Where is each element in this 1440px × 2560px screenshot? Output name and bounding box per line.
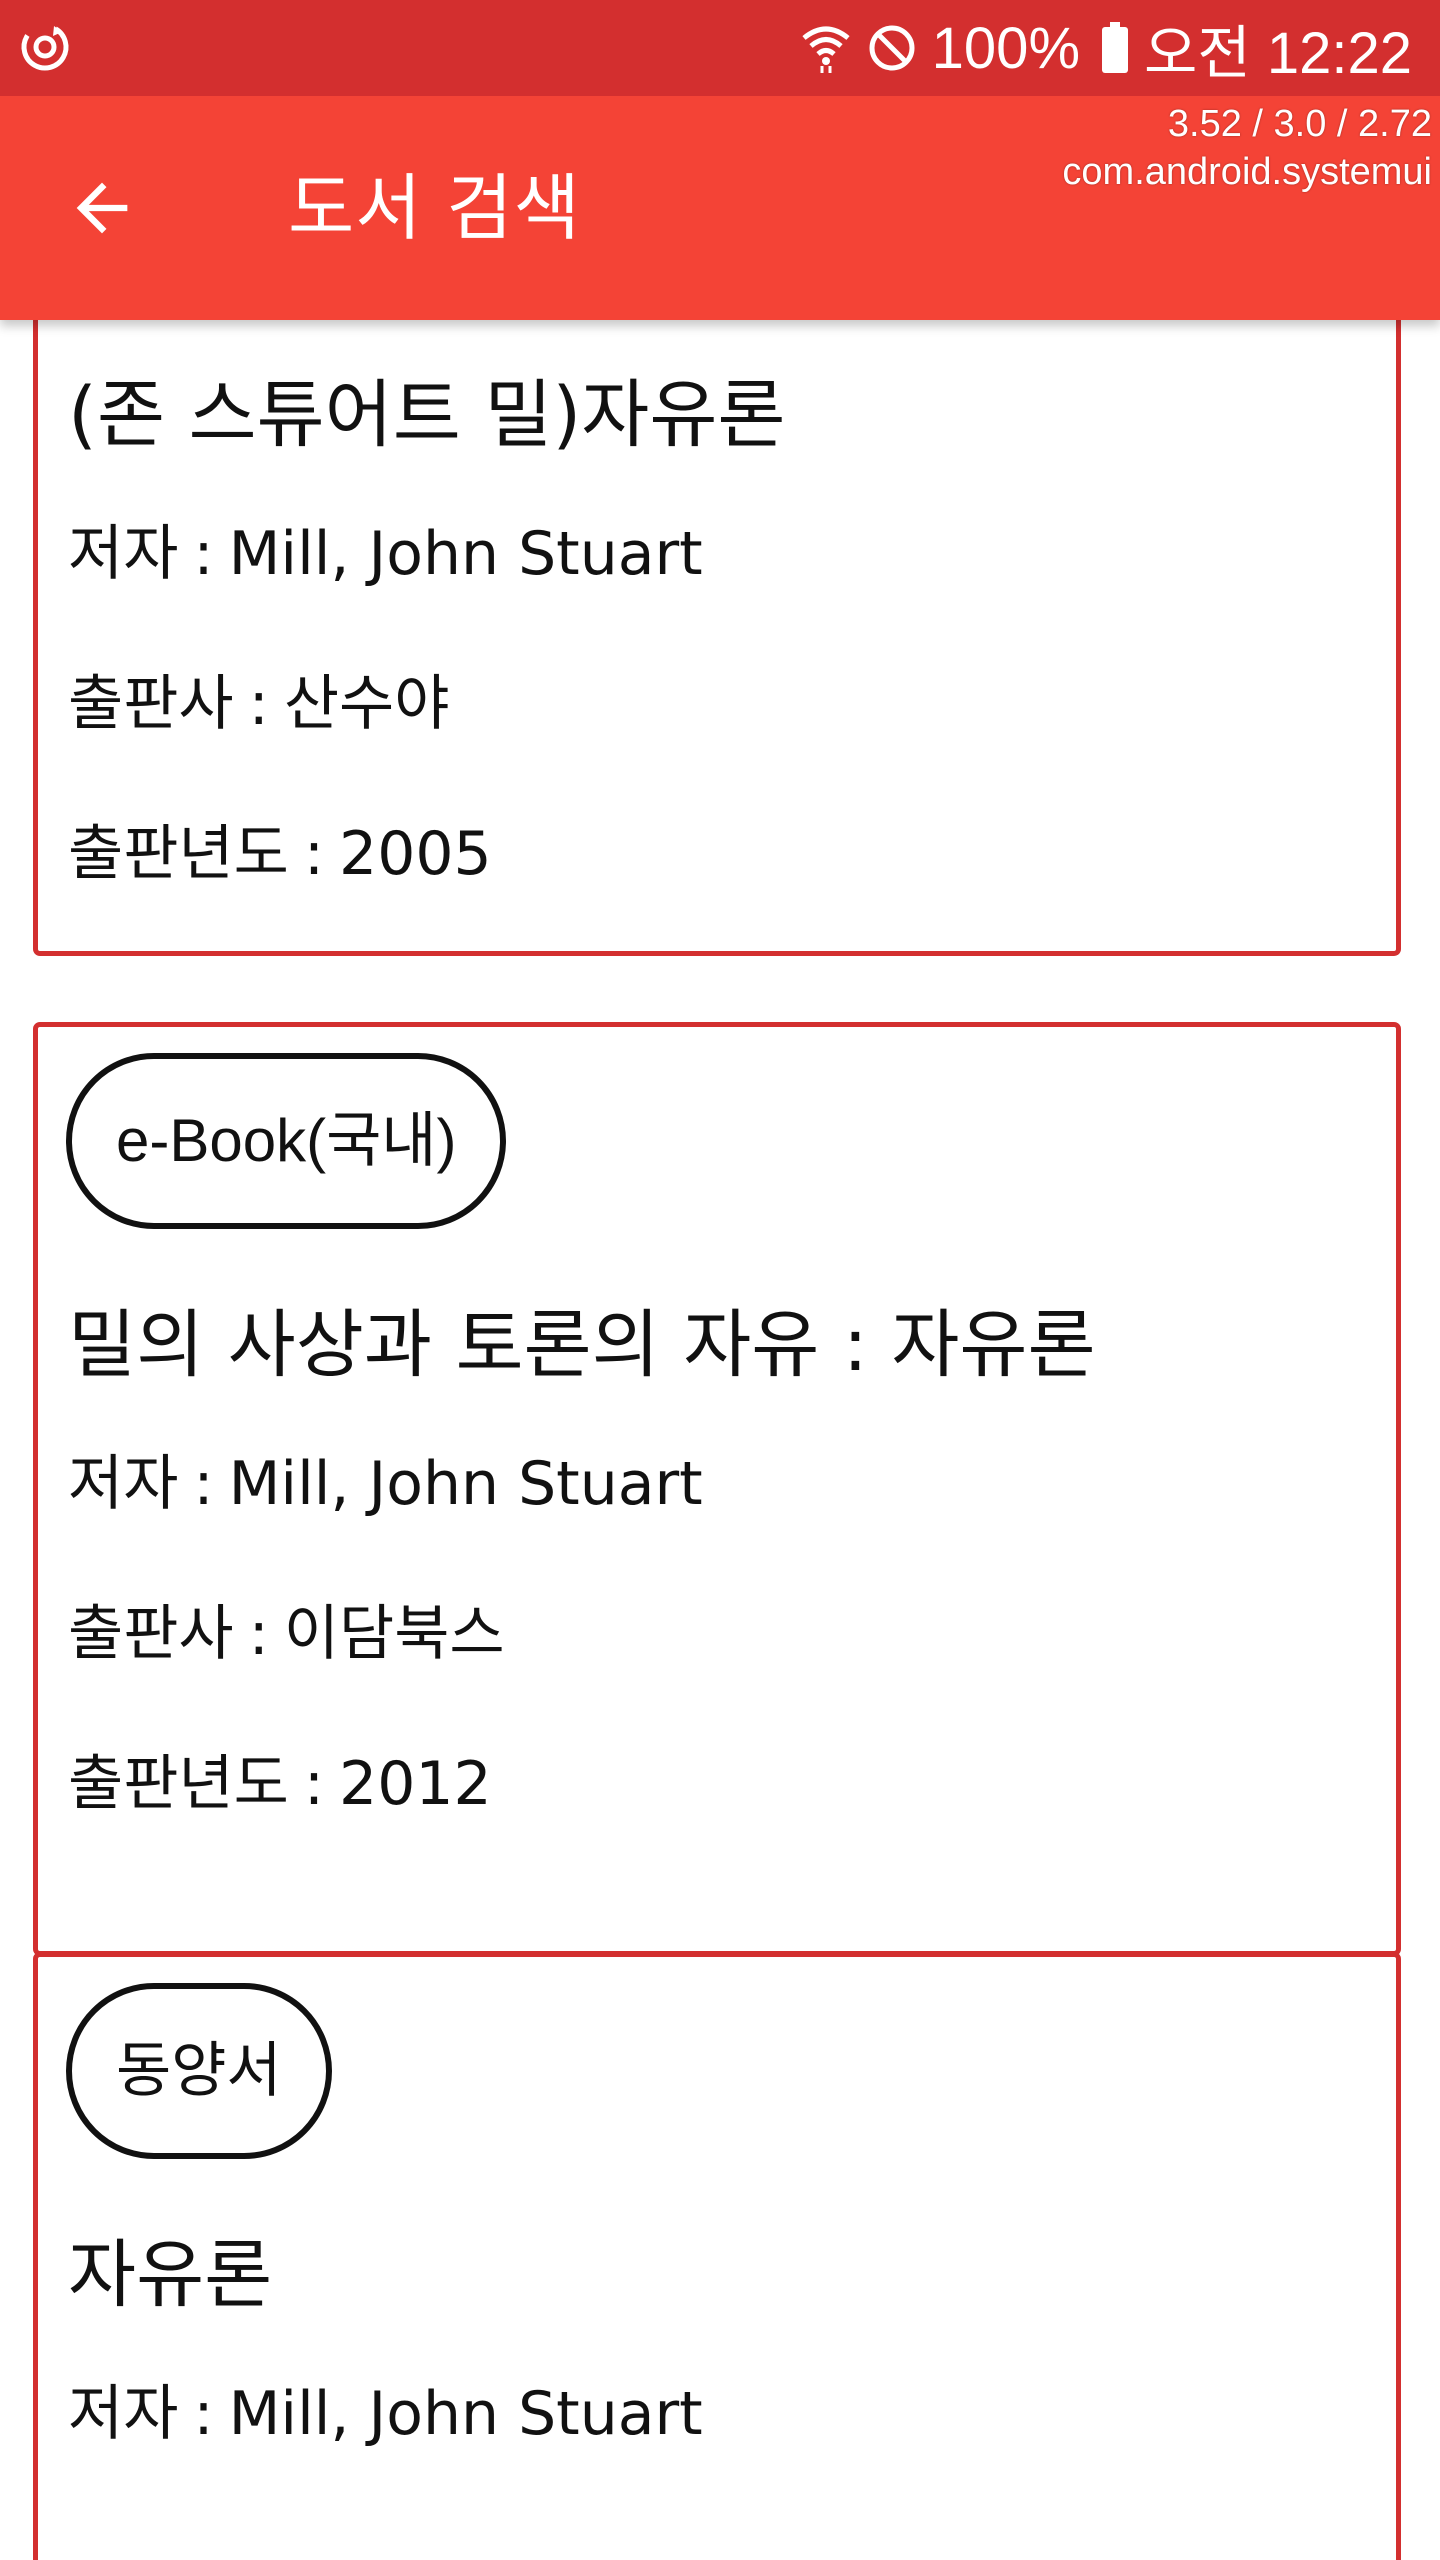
book-title: 자유론 (68, 2232, 273, 2318)
page-title: 도서 검색 (288, 166, 581, 250)
book-author: 저자: Mill, John Stuart (68, 519, 703, 589)
author-label: 저자 (68, 1449, 179, 1519)
book-title: 밀의 사상과 토론의 자유 : 자유론 (68, 1302, 1096, 1388)
publisher-value: 산수야 (283, 669, 450, 739)
book-year: 출판년도:2005 (68, 819, 492, 889)
publisher-value: 이담북스 (283, 1599, 505, 1669)
author-value: Mill, John Stuart (228, 519, 703, 589)
publisher-label: 출판사 (68, 669, 234, 739)
back-button[interactable] (52, 158, 152, 258)
clock: 오전 12:22 (1144, 21, 1412, 86)
battery-percent: 100% (931, 15, 1081, 81)
status-icons: 100% 오전 12:22 (800, 0, 1412, 96)
publisher-label: 출판사 (68, 1599, 234, 1669)
book-card[interactable]: e-Book(국내) 밀의 사상과 토론의 자유 : 자유론 저자: Mill, … (33, 1022, 1401, 1956)
wifi-icon (800, 22, 852, 74)
book-author: 저자: Mill, John Stuart (68, 1449, 703, 1519)
book-publisher: 출판사: 산수야 (68, 669, 450, 739)
category-badge[interactable]: 동양서 (66, 1983, 332, 2159)
book-publisher: 출판사: 이담북스 (68, 1599, 505, 1669)
category-badge[interactable]: e-Book(국내) (66, 1053, 507, 1229)
debug-process-name: com.android.systemui (1062, 151, 1432, 193)
search-result-list[interactable]: (존 스튜어트 밀)자유론 저자: Mill, John Stuart 출판사: 산… (0, 320, 1440, 2560)
battery-icon (1100, 22, 1130, 74)
sync-circle-icon (18, 20, 72, 74)
year-value: 2012 (339, 1749, 492, 1819)
book-title: (존 스튜어트 밀)자유론 (68, 372, 786, 458)
book-card[interactable]: 동양서 자유론 저자: Mill, John Stuart (33, 1952, 1401, 2560)
book-author: 저자: Mill, John Stuart (68, 2379, 703, 2449)
book-year: 출판년도:2012 (68, 1749, 492, 1819)
arrow-left-icon (76, 182, 128, 234)
debug-overlay: 3.52 / 3.0 / 2.72 com.android.systemui (1062, 100, 1432, 196)
author-value: Mill, John Stuart (228, 2379, 703, 2449)
year-value: 2005 (339, 819, 492, 889)
author-label: 저자 (68, 519, 179, 589)
year-label: 출판년도 (68, 1749, 289, 1819)
book-card[interactable]: (존 스튜어트 밀)자유론 저자: Mill, John Stuart 출판사: 산… (33, 320, 1401, 956)
year-label: 출판년도 (68, 819, 289, 889)
author-label: 저자 (68, 2379, 179, 2449)
debug-stats: 3.52 / 3.0 / 2.72 (1167, 103, 1432, 145)
do-not-disturb-icon (866, 22, 918, 74)
author-value: Mill, John Stuart (228, 1449, 703, 1519)
status-bar: 100% 오전 12:22 (0, 0, 1440, 96)
